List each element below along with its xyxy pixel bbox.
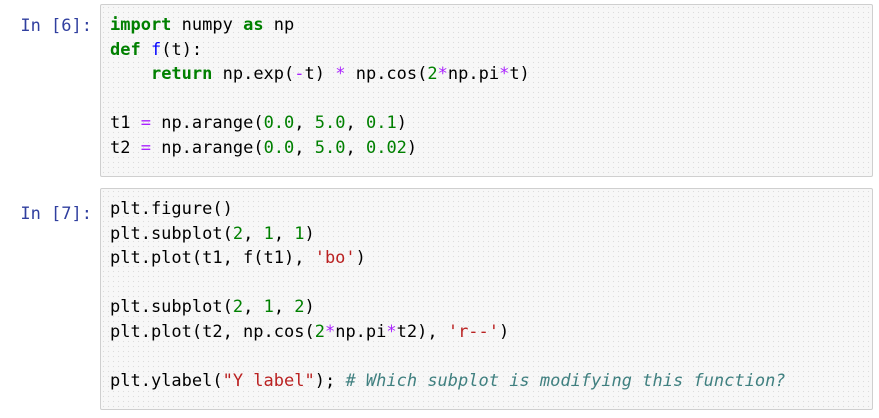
code-line: t1 = np.arange(0.0, 5.0, 0.1) bbox=[110, 111, 530, 136]
code-token: np.arange( bbox=[150, 137, 264, 158]
code-token: import bbox=[110, 15, 172, 35]
code-token: (t): bbox=[161, 39, 203, 60]
code-token: np.exp( bbox=[212, 64, 295, 84]
code-cell-7[interactable]: In [7]: plt.figure() plt.subplot(2, 1, 1)… bbox=[0, 188, 879, 410]
code-line: return np.exp(-t) * np.cos(2*np.pi*t) bbox=[110, 62, 530, 87]
code-token: np bbox=[263, 15, 295, 35]
code-token: # Which subplot is modifying this functi… bbox=[345, 370, 786, 391]
code-token: - bbox=[294, 64, 305, 84]
code-token: , bbox=[243, 223, 264, 244]
code-token: plt.plot(t1, f(t1), bbox=[110, 248, 315, 268]
code-line: t2 = np.arange(0.0, 5.0, 0.02) bbox=[110, 136, 530, 161]
code-token: numpy bbox=[171, 15, 244, 35]
code-token: f bbox=[150, 39, 162, 60]
code-token: , bbox=[294, 137, 315, 158]
code-token: , bbox=[294, 113, 315, 133]
code-line: import numpy as np bbox=[110, 13, 530, 38]
code-cell-6[interactable]: In [6]: import numpy as np def f(t): retu… bbox=[0, 4, 879, 177]
code-line: plt.ylabel("Y label"); # Which subplot i… bbox=[110, 369, 786, 394]
code-token: t1 bbox=[110, 113, 141, 133]
code-line: plt.figure() bbox=[110, 197, 786, 222]
code-token: 2 bbox=[232, 223, 244, 244]
code-token: 1 bbox=[263, 297, 274, 317]
code-token: 1 bbox=[263, 223, 274, 244]
code-token: np.cos( bbox=[345, 64, 428, 84]
code-token: = bbox=[140, 113, 151, 133]
code-token: , bbox=[345, 137, 366, 158]
code-token: def bbox=[110, 39, 141, 60]
code-token: ) bbox=[304, 223, 315, 244]
code-token: 0.1 bbox=[365, 113, 397, 133]
code-token: np.pi bbox=[335, 321, 387, 342]
code-token: * bbox=[437, 64, 448, 84]
code-token: 0.0 bbox=[263, 113, 295, 133]
code-token: ) bbox=[355, 248, 366, 268]
code-token: 'r--' bbox=[447, 321, 500, 342]
code-editor[interactable]: import numpy as np def f(t): return np.ex… bbox=[100, 4, 873, 177]
code-token: 0.0 bbox=[263, 137, 295, 158]
code-token: np.pi bbox=[447, 64, 500, 84]
code-line: plt.plot(t2, np.cos(2*np.pi*t2), 'r--') bbox=[110, 320, 786, 345]
code-token: 1 bbox=[294, 223, 305, 244]
code-token: 5.0 bbox=[314, 113, 346, 133]
code-token: ) bbox=[396, 113, 407, 133]
code-editor[interactable]: plt.figure() plt.subplot(2, 1, 1) plt.plot… bbox=[100, 188, 873, 410]
code-token: plt.subplot( bbox=[110, 297, 233, 317]
code-token: return bbox=[150, 64, 213, 84]
code-token: t) bbox=[304, 64, 336, 84]
code-token: ) bbox=[304, 297, 315, 317]
code-token: ) bbox=[499, 321, 510, 342]
code-token: 5.0 bbox=[314, 137, 346, 158]
code-line: plt.subplot(2, 1, 2) bbox=[110, 295, 786, 320]
code-token: t) bbox=[509, 64, 530, 84]
code-text[interactable]: plt.figure() plt.subplot(2, 1, 1) plt.plot… bbox=[110, 197, 786, 393]
code-line: def f(t): bbox=[110, 38, 530, 63]
code-token: * bbox=[324, 321, 336, 342]
code-token: as bbox=[243, 15, 264, 35]
code-token: ); bbox=[314, 370, 346, 391]
code-token: 2 bbox=[427, 64, 438, 84]
code-text[interactable]: import numpy as np def f(t): return np.ex… bbox=[110, 13, 530, 160]
code-token: plt.ylabel( bbox=[110, 370, 223, 391]
code-token: = bbox=[140, 137, 151, 158]
code-token: t2 bbox=[110, 137, 141, 158]
code-token: plt.plot(t2, np.cos( bbox=[110, 321, 315, 342]
code-token: np.arange( bbox=[150, 113, 264, 133]
code-token: "Y label" bbox=[222, 370, 315, 391]
code-token: plt.subplot( bbox=[110, 223, 233, 244]
code-token: , bbox=[273, 297, 295, 317]
code-token: , bbox=[273, 223, 295, 244]
code-token: 2 bbox=[232, 297, 244, 317]
code-token: , bbox=[345, 113, 366, 133]
code-token: * bbox=[335, 64, 346, 84]
code-token: 0.02 bbox=[365, 137, 407, 158]
code-token: * bbox=[386, 321, 397, 342]
code-line: plt.plot(t1, f(t1), 'bo') bbox=[110, 246, 786, 271]
code-token: t2), bbox=[396, 321, 448, 342]
cell-prompt: In [7]: bbox=[20, 204, 92, 224]
code-token: * bbox=[499, 64, 510, 84]
cell-prompt: In [6]: bbox=[20, 16, 92, 36]
code-token: plt.figure() bbox=[110, 199, 233, 219]
code-token: 'bo' bbox=[314, 248, 356, 268]
code-token: , bbox=[243, 297, 264, 317]
code-token: 2 bbox=[294, 297, 305, 317]
code-token: 2 bbox=[314, 321, 325, 342]
code-token: ) bbox=[406, 137, 418, 158]
code-line: plt.subplot(2, 1, 1) bbox=[110, 222, 786, 247]
